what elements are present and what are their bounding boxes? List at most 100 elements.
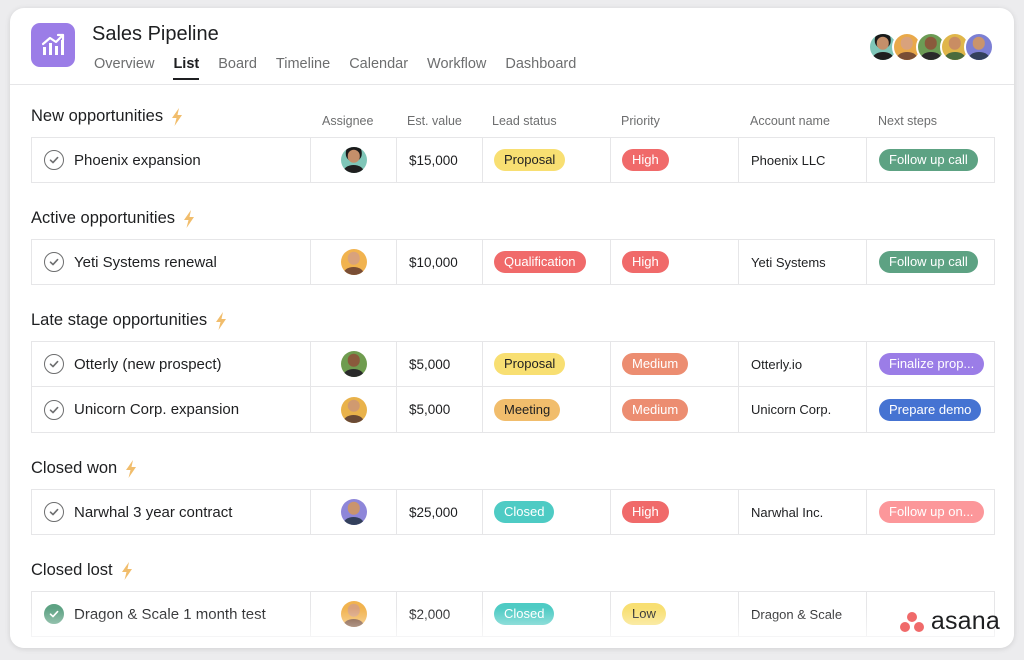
complete-checkbox-icon[interactable] [44,354,64,374]
priority-cell[interactable]: Low [610,592,738,636]
complete-checkbox-icon[interactable] [44,502,64,522]
assignee-cell[interactable] [310,592,396,636]
tab-list[interactable]: List [173,56,199,80]
task-name[interactable]: Phoenix expansion [74,152,201,169]
lead-status-cell[interactable]: Closed [482,490,610,534]
complete-checkbox-icon[interactable] [44,399,64,420]
task-name-cell[interactable]: Narwhal 3 year contract [32,490,310,534]
next-steps-tag[interactable]: Follow up call [879,149,978,171]
table-row[interactable]: Yeti Systems renewal $10,000 Qualification… [31,239,995,285]
lead-status-tag[interactable]: Meeting [494,398,561,421]
column-header-account[interactable]: Account name [750,114,830,128]
est-value-cell[interactable]: $5,000 [396,342,482,386]
avatar[interactable] [340,601,367,627]
lead-status-tag[interactable]: Proposal [494,149,566,171]
lead-status-cell[interactable]: Meeting [482,387,610,432]
task-name[interactable]: Narwhal 3 year contract [74,504,232,521]
column-header-lead-status[interactable]: Lead status [492,114,557,128]
column-header-priority[interactable]: Priority [621,114,660,128]
task-name[interactable]: Dragon & Scale 1 month test [74,606,266,623]
tab-calendar[interactable]: Calendar [349,56,408,80]
task-name-cell[interactable]: Dragon & Scale 1 month test [32,592,310,636]
table-row[interactable]: Narwhal 3 year contract $25,000 Closed High… [31,489,995,535]
priority-tag[interactable]: Medium [622,353,689,375]
lead-status-tag[interactable]: Proposal [494,353,566,375]
section-header[interactable]: Closed won [31,459,137,478]
task-name[interactable]: Unicorn Corp. expansion [74,401,239,418]
lead-status-cell[interactable]: Closed [482,592,610,636]
next-steps-cell[interactable]: Prepare demo [866,387,996,432]
avatar[interactable] [964,32,994,62]
next-steps-tag[interactable]: Follow up on... [879,501,984,523]
complete-checkbox-icon[interactable] [44,252,64,272]
est-value-cell[interactable]: $25,000 [396,490,482,534]
account-name-cell[interactable]: Phoenix LLC [738,138,866,182]
task-name-cell[interactable]: Yeti Systems renewal [32,240,310,284]
lead-status-cell[interactable]: Proposal [482,138,610,182]
next-steps-cell[interactable]: Follow up call [866,138,996,182]
tab-timeline[interactable]: Timeline [276,56,330,80]
priority-tag[interactable]: High [622,251,669,273]
project-members[interactable] [868,32,994,62]
priority-cell[interactable]: High [610,138,738,182]
avatar[interactable] [340,351,367,377]
est-value-cell[interactable]: $2,000 [396,592,482,636]
section-header[interactable]: Active opportunities [31,209,195,228]
tab-workflow[interactable]: Workflow [427,56,486,80]
table-row[interactable]: Otterly (new prospect) $5,000 Proposal Medi… [31,341,995,387]
account-name-cell[interactable]: Yeti Systems [738,240,866,284]
section-header[interactable]: New opportunities [31,107,183,126]
next-steps-cell[interactable]: Follow up call [866,240,996,284]
avatar[interactable] [340,249,367,275]
avatar[interactable] [340,396,367,423]
table-row[interactable]: Unicorn Corp. expansion $5,000 Meeting Medi… [31,387,995,433]
next-steps-tag[interactable]: Follow up call [879,251,978,273]
complete-checkbox-icon[interactable] [44,604,64,624]
lead-status-tag[interactable]: Closed [494,603,555,625]
assignee-cell[interactable] [310,387,396,432]
lead-status-cell[interactable]: Qualification [482,240,610,284]
lightning-bolt-icon[interactable] [171,107,183,126]
lead-status-tag[interactable]: Qualification [494,251,586,273]
priority-cell[interactable]: Medium [610,387,738,432]
priority-tag[interactable]: High [622,501,669,523]
avatar[interactable] [340,147,367,173]
account-name-cell[interactable]: Narwhal Inc. [738,490,866,534]
task-name-cell[interactable]: Phoenix expansion [32,138,310,182]
priority-tag[interactable]: Medium [622,398,689,421]
priority-cell[interactable]: Medium [610,342,738,386]
avatar[interactable] [340,499,367,525]
priority-cell[interactable]: High [610,490,738,534]
assignee-cell[interactable] [310,342,396,386]
next-steps-cell[interactable]: Follow up on... [866,490,996,534]
priority-tag[interactable]: High [622,149,669,171]
task-name[interactable]: Otterly (new prospect) [74,356,222,373]
table-row[interactable]: Dragon & Scale 1 month test $2,000 Closed L… [31,591,995,637]
priority-cell[interactable]: High [610,240,738,284]
est-value-cell[interactable]: $10,000 [396,240,482,284]
tab-overview[interactable]: Overview [94,56,154,80]
column-header-assignee[interactable]: Assignee [322,114,373,128]
task-name[interactable]: Yeti Systems renewal [74,254,217,271]
est-value-cell[interactable]: $5,000 [396,387,482,432]
account-name-cell[interactable]: Otterly.io [738,342,866,386]
priority-tag[interactable]: Low [622,603,666,625]
lightning-bolt-icon[interactable] [183,209,195,228]
assignee-cell[interactable] [310,138,396,182]
tab-board[interactable]: Board [218,56,257,80]
lead-status-cell[interactable]: Proposal [482,342,610,386]
lightning-bolt-icon[interactable] [125,459,137,478]
next-steps-tag[interactable]: Prepare demo [879,398,982,421]
account-name-cell[interactable]: Dragon & Scale [738,592,866,636]
table-row[interactable]: Phoenix expansion $15,000 Proposal High Phoe… [31,137,995,183]
next-steps-tag[interactable]: Finalize prop... [879,353,985,375]
lead-status-tag[interactable]: Closed [494,501,555,523]
complete-checkbox-icon[interactable] [44,150,64,170]
account-name-cell[interactable]: Unicorn Corp. [738,387,866,432]
assignee-cell[interactable] [310,240,396,284]
next-steps-cell[interactable]: Finalize prop... [866,342,996,386]
task-name-cell[interactable]: Unicorn Corp. expansion [32,387,310,432]
lightning-bolt-icon[interactable] [215,311,227,330]
section-header[interactable]: Late stage opportunities [31,311,227,330]
column-header-value[interactable]: Est. value [407,114,462,128]
